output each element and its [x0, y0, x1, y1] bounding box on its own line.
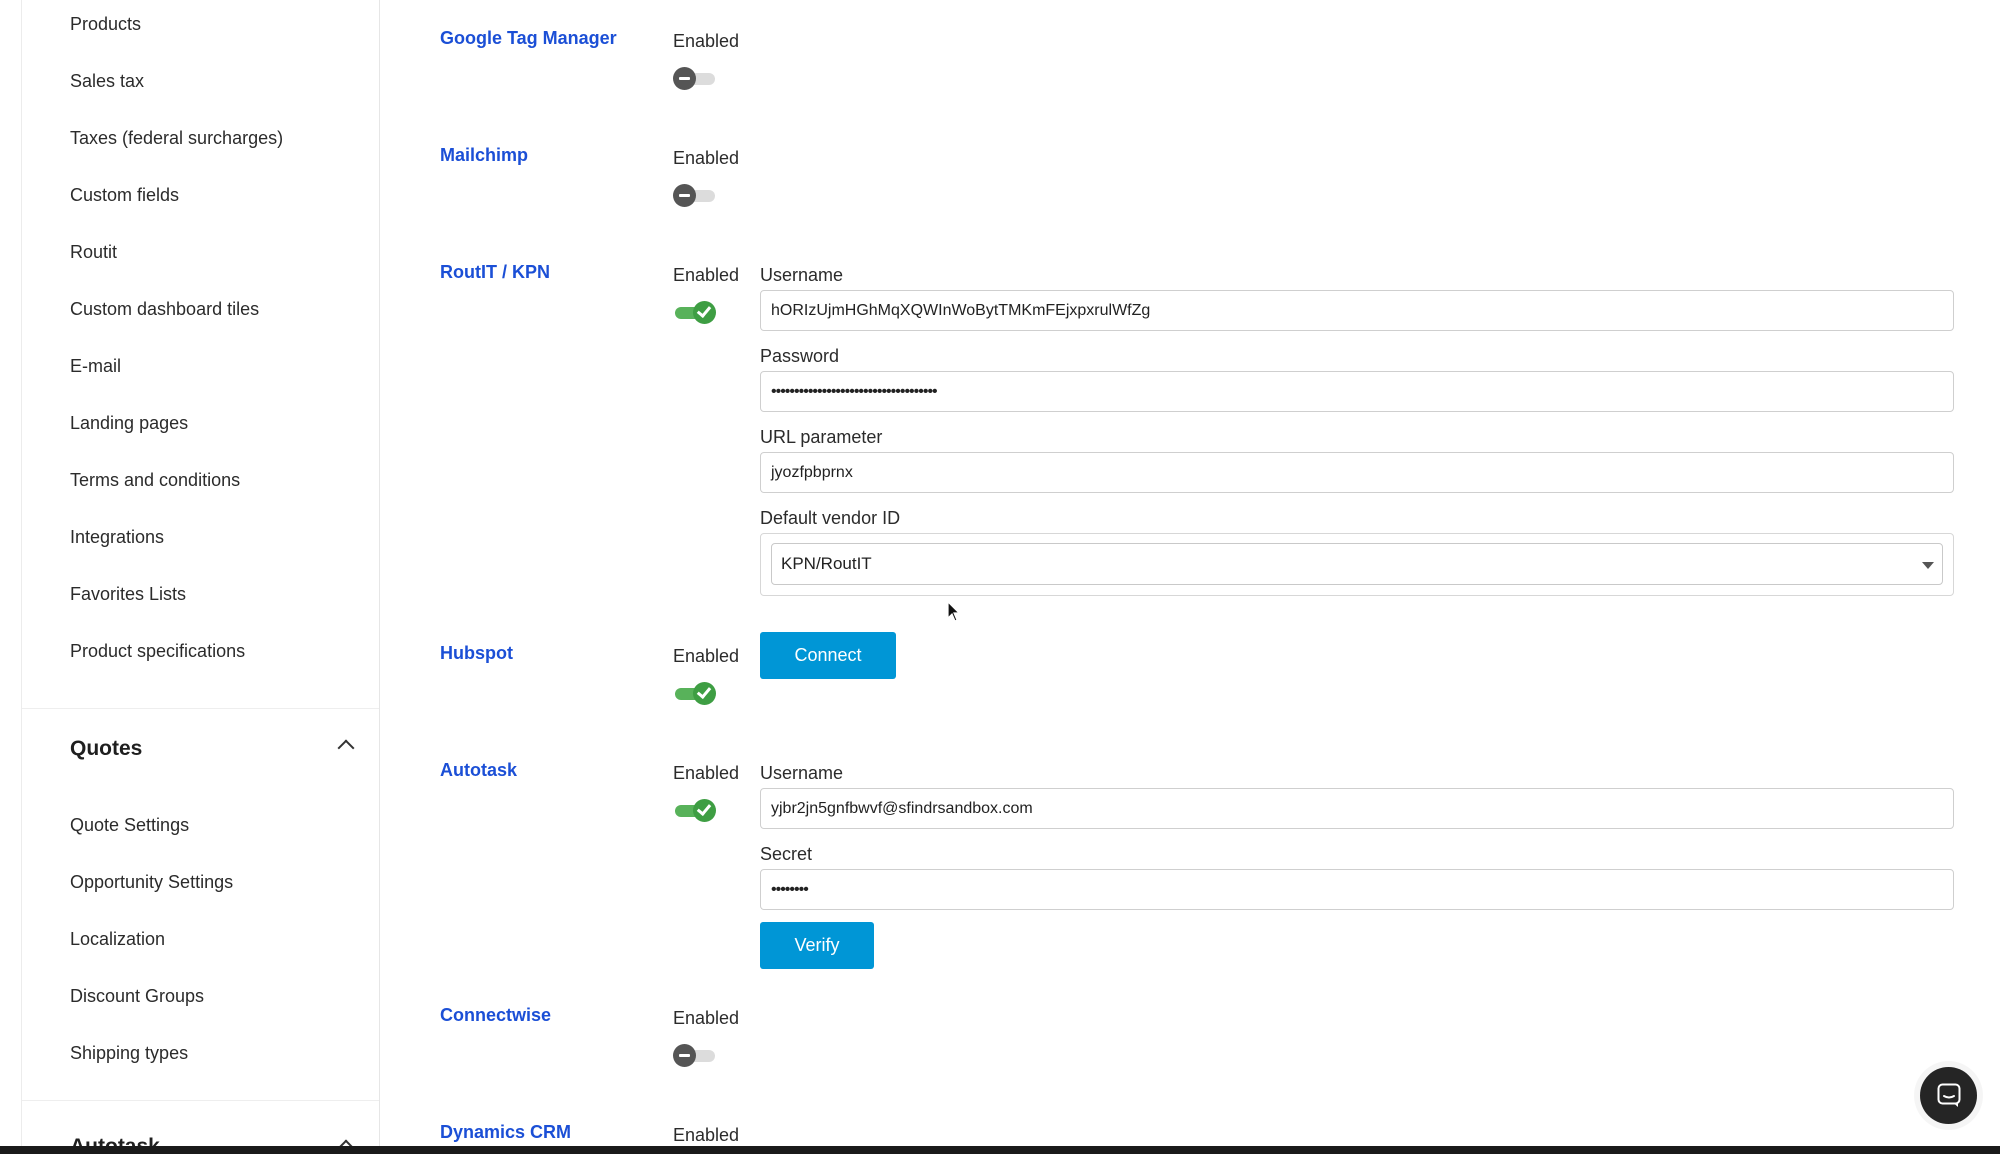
sidebar-item-sales-tax[interactable]: Sales tax [70, 71, 144, 92]
window-bottom-border [0, 1146, 2000, 1154]
routit-url-parameter-input[interactable]: jyozfpbprnx [760, 452, 1954, 493]
dropdown-caret-icon [1922, 562, 1934, 569]
hubspot-toggle[interactable] [673, 682, 717, 705]
sidebar-divider [22, 1100, 379, 1101]
enabled-label: Enabled [673, 1125, 740, 1145]
routit-toggle[interactable] [673, 301, 717, 324]
sidebar-item-landing-pages[interactable]: Landing pages [70, 413, 188, 434]
routit-username-label: Username [760, 265, 844, 285]
sidebar-item-email[interactable]: E-mail [70, 356, 121, 377]
toggle-off-icon [673, 1044, 696, 1067]
enabled-label: Enabled [673, 1008, 740, 1028]
routit-username-input[interactable]: hORIzUjmHGhMqXQWInWoBytTMKmFEjxpxrulWfZg [760, 290, 1954, 331]
toggle-off-icon [673, 184, 696, 207]
autotask-toggle[interactable] [673, 799, 717, 822]
sidebar-item-custom-fields[interactable]: Custom fields [70, 185, 179, 206]
enabled-label: Enabled [673, 763, 740, 783]
app-window: Products Sales tax Taxes (federal surcha… [0, 0, 2000, 1154]
routit-default-vendor-value: KPN/RoutIT [781, 554, 872, 573]
enabled-label: Enabled [673, 265, 740, 285]
integration-name-dynamics-crm[interactable]: Dynamics CRM [440, 1122, 571, 1143]
sidebar-item-discount-groups[interactable]: Discount Groups [70, 986, 204, 1007]
settings-sidebar: Products Sales tax Taxes (federal surcha… [22, 0, 380, 1146]
integration-name-routit-kpn[interactable]: RoutIT / KPN [440, 262, 550, 283]
sidebar-section-quotes[interactable]: Quotes [70, 737, 142, 761]
google-tag-manager-toggle[interactable] [673, 67, 717, 90]
sidebar-item-integrations[interactable]: Integrations [70, 527, 164, 548]
integrations-panel: Google Tag Manager Enabled Mailchimp Ena… [381, 0, 2000, 1146]
sidebar-item-quote-settings[interactable]: Quote Settings [70, 815, 189, 836]
toggle-on-check-icon [693, 682, 716, 705]
autotask-verify-button[interactable]: Verify [760, 922, 874, 969]
integration-name-autotask[interactable]: Autotask [440, 760, 517, 781]
toggle-on-check-icon [693, 301, 716, 324]
mailchimp-toggle[interactable] [673, 184, 717, 207]
sidebar-item-favorites-lists[interactable]: Favorites Lists [70, 584, 186, 605]
chat-launcher-button[interactable] [1920, 1067, 1977, 1124]
sidebar-section-autotask[interactable]: Autotask [70, 1135, 160, 1146]
sidebar-item-custom-dashboard-tiles[interactable]: Custom dashboard tiles [70, 299, 259, 320]
integration-name-connectwise[interactable]: Connectwise [440, 1005, 551, 1026]
autotask-secret-label: Secret [760, 844, 813, 864]
sidebar-item-localization[interactable]: Localization [70, 929, 165, 950]
enabled-label: Enabled [673, 31, 740, 51]
routit-default-vendor-label: Default vendor ID [760, 508, 901, 528]
routit-password-label: Password [760, 346, 840, 366]
enabled-label: Enabled [673, 148, 740, 168]
sidebar-item-routit[interactable]: Routit [70, 242, 117, 263]
routit-url-parameter-label: URL parameter [760, 427, 883, 447]
sidebar-divider [22, 708, 379, 709]
window-edge [0, 0, 22, 1146]
hubspot-connect-button[interactable]: Connect [760, 632, 896, 679]
enabled-label: Enabled [673, 646, 740, 666]
toggle-off-icon [673, 67, 696, 90]
connectwise-toggle[interactable] [673, 1044, 717, 1067]
chat-bubble-icon [1937, 1083, 1961, 1107]
sidebar-item-products[interactable]: Products [70, 14, 141, 35]
integration-name-hubspot[interactable]: Hubspot [440, 643, 513, 664]
routit-default-vendor-container: KPN/RoutIT [760, 533, 1954, 596]
autotask-username-input[interactable]: yjbr2jn5gnfbwvf@sfindrsandbox.com [760, 788, 1954, 829]
autotask-secret-input[interactable]: •••••••• [760, 869, 1954, 910]
autotask-username-label: Username [760, 763, 844, 783]
sidebar-item-taxes[interactable]: Taxes (federal surcharges) [70, 128, 283, 149]
sidebar-item-shipping-types[interactable]: Shipping types [70, 1043, 188, 1064]
sidebar-item-product-specifications[interactable]: Product specifications [70, 641, 245, 662]
sidebar-item-terms[interactable]: Terms and conditions [70, 470, 240, 491]
routit-default-vendor-select[interactable]: KPN/RoutIT [771, 543, 1943, 585]
integration-name-google-tag-manager[interactable]: Google Tag Manager [440, 28, 617, 49]
chevron-up-icon[interactable] [337, 739, 355, 757]
toggle-on-check-icon [693, 799, 716, 822]
routit-password-input[interactable]: •••••••••••••••••••••••••••••••••••• [760, 371, 1954, 412]
sidebar-item-opportunity-settings[interactable]: Opportunity Settings [70, 872, 233, 893]
integration-name-mailchimp[interactable]: Mailchimp [440, 145, 528, 166]
